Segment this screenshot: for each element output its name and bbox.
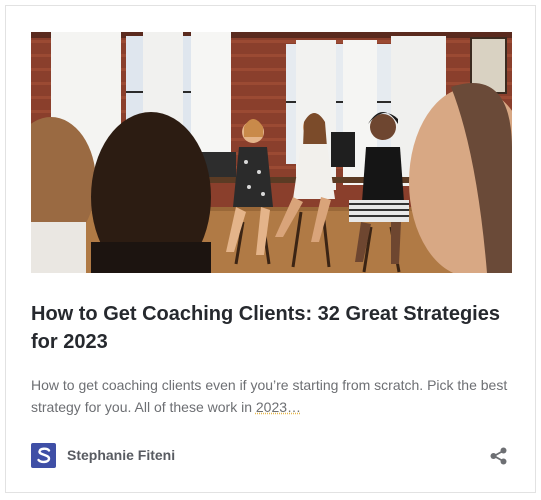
post-excerpt-trail: 2023… (255, 399, 302, 415)
post-author[interactable]: Stephanie Fiteni (31, 442, 175, 468)
post-excerpt: How to get coaching clients even if you’… (31, 374, 511, 418)
post-card: How to Get Coaching Clients: 32 Great St… (5, 5, 536, 493)
post-image[interactable] (31, 32, 512, 273)
author-name[interactable]: Stephanie Fiteni (67, 447, 175, 463)
post-title[interactable]: How to Get Coaching Clients: 32 Great St… (31, 300, 501, 356)
author-logo-icon (36, 447, 50, 463)
share-icon[interactable] (489, 446, 509, 466)
author-avatar[interactable] (31, 442, 56, 468)
